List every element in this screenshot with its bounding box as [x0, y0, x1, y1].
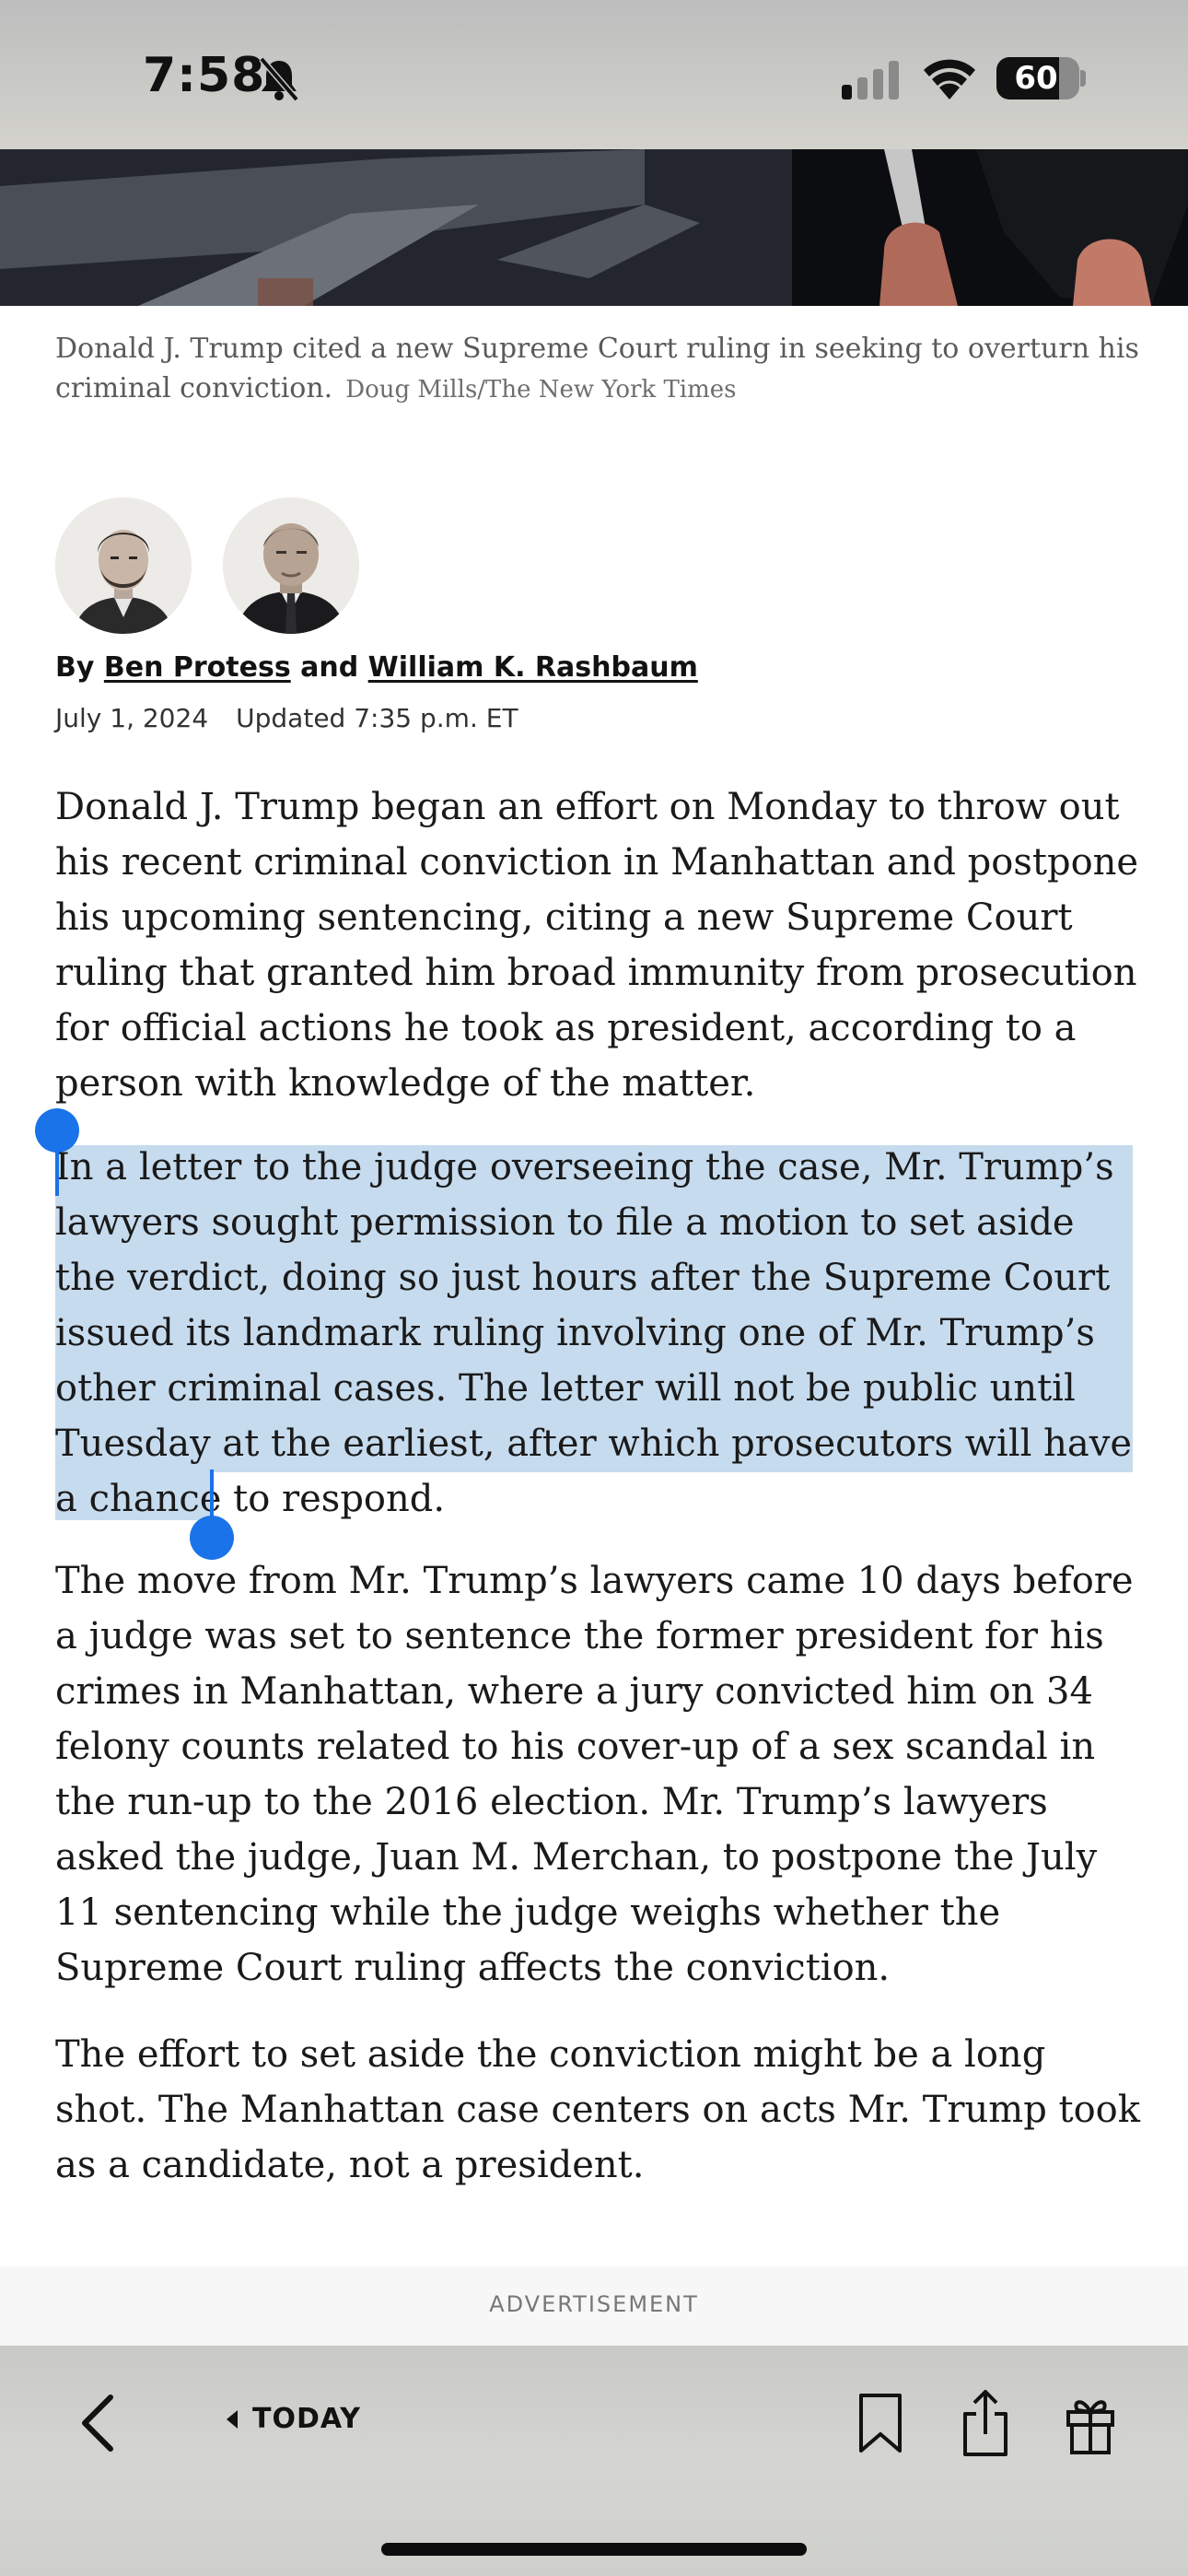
caret-left-icon	[227, 2409, 238, 2429]
author-link-william-rashbaum[interactable]: William K. Rashbaum	[368, 651, 698, 684]
wifi-icon	[921, 57, 978, 103]
selection-start-handle[interactable]	[35, 1108, 79, 1153]
photo-credit: Doug Mills/The New York Times	[345, 376, 737, 404]
battery-empty-portion	[1059, 57, 1079, 100]
back-chevron-icon[interactable]	[76, 2394, 122, 2456]
bookmark-icon[interactable]	[856, 2392, 904, 2458]
byline: By Ben Protess and William K. Rashbaum	[55, 651, 698, 684]
dateline: July 1, 2024 Updated 7:35 p.m. ET	[55, 703, 518, 733]
byline-prefix: By	[55, 651, 95, 684]
article-paragraph-selected[interactable]: In a letter to the judge overseeing the …	[55, 1140, 1142, 1527]
author-link-ben-protess[interactable]: Ben Protess	[104, 651, 291, 684]
publish-date: July 1, 2024	[55, 703, 209, 733]
selection-end-handle[interactable]	[190, 1516, 234, 1560]
status-time: 7:58	[143, 48, 266, 103]
article-paragraph: Donald J. Trump began an effort on Monda…	[55, 786, 1139, 1105]
home-indicator[interactable]	[381, 2543, 807, 2556]
today-label: TODAY	[252, 2403, 361, 2435]
today-button[interactable]: TODAY	[227, 2403, 361, 2435]
author-avatar-william-rashbaum[interactable]	[223, 498, 359, 634]
cellular-signal-icon	[840, 61, 904, 103]
silent-bell-icon	[256, 55, 302, 107]
share-icon[interactable]	[960, 2388, 1011, 2462]
article-paragraph: The move from Mr. Trump’s lawyers came 1…	[55, 1560, 1134, 1989]
article-paragraph: The effort to set aside the conviction m…	[55, 2033, 1140, 2186]
advertisement-label: ADVERTISEMENT	[489, 2291, 699, 2317]
author-avatar-ben-protess[interactable]	[55, 498, 192, 634]
image-caption: Donald J. Trump cited a new Supreme Cour…	[55, 329, 1142, 410]
updated-time: Updated 7:35 p.m. ET	[236, 703, 518, 733]
byline-conjunction: and	[300, 651, 359, 684]
battery-nub	[1080, 70, 1086, 87]
gift-icon[interactable]	[1065, 2394, 1116, 2460]
article-hero-image	[0, 149, 1188, 306]
battery-level: 60	[1014, 60, 1058, 97]
